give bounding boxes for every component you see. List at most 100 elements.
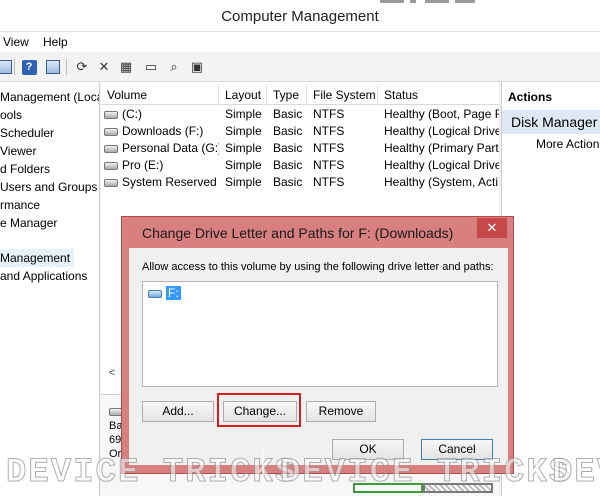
volume-name: (C:): [122, 107, 142, 121]
tree-item[interactable]: rmance: [0, 196, 40, 214]
status-cell: Healthy (System, Acti: [384, 175, 499, 189]
refresh-icon[interactable]: ⟳: [73, 58, 91, 76]
column-file-system[interactable]: File System: [307, 86, 378, 105]
properties-icon[interactable]: ▦: [117, 58, 135, 76]
tree-item[interactable]: and Applications: [0, 267, 87, 285]
drive-icon: [104, 178, 118, 187]
actions-section-disk-management[interactable]: Disk Manager: [502, 110, 600, 134]
type-cell: Basic: [273, 124, 303, 138]
tree-item-disk-management[interactable]: Management: [0, 249, 75, 267]
tree-item[interactable]: ools: [0, 106, 22, 124]
table-row[interactable]: Pro (E:) Simple Basic NTFS Healthy (Logi…: [101, 157, 499, 174]
layout-cell: Simple: [225, 124, 262, 138]
help-icon[interactable]: ?: [20, 58, 38, 76]
layout-cell: Simple: [225, 175, 262, 189]
toolbar-separator: [14, 59, 15, 75]
drive-icon: [104, 144, 118, 153]
toolbar-separator: [66, 59, 67, 75]
remove-button[interactable]: Remove: [306, 401, 376, 422]
volume-cell: System Reserved: [101, 174, 219, 191]
fs-cell: NTFS: [313, 175, 345, 189]
type-cell: Basic: [273, 175, 303, 189]
drive-icon: [104, 161, 118, 170]
actions-pane: Actions Disk Manager More Action: [501, 82, 600, 496]
partition-block[interactable]: [423, 483, 493, 493]
ok-button[interactable]: OK: [332, 439, 404, 460]
window-title: Computer Management: [221, 8, 379, 25]
type-cell: Basic: [273, 158, 303, 172]
list-item[interactable]: F:: [148, 285, 181, 301]
panel-icon[interactable]: [44, 58, 62, 76]
status-cell: Healthy (Primary Part: [384, 141, 499, 155]
table-row[interactable]: Downloads (F:) Simple Basic NTFS Healthy…: [101, 123, 499, 140]
column-type[interactable]: Type: [267, 86, 307, 105]
volume-name: System Reserved: [122, 175, 217, 189]
volume-cell: Pro (E:): [101, 157, 219, 174]
layout-cell: Simple: [225, 141, 262, 155]
partition-block[interactable]: [353, 483, 423, 493]
dialog-title: Change Drive Letter and Paths for F: (Do…: [142, 225, 454, 241]
column-status[interactable]: Status: [378, 86, 499, 105]
volume-name: Personal Data (G:): [122, 141, 219, 155]
volume-cell: Downloads (F:): [101, 123, 219, 140]
menu-bar: View Help: [0, 32, 600, 52]
more-actions-link[interactable]: More Action: [536, 137, 599, 151]
title-bar-mark: [455, 0, 475, 3]
layout-cell: Simple: [225, 107, 262, 121]
table-row[interactable]: Personal Data (G:) Simple Basic NTFS Hea…: [101, 140, 499, 157]
menu-view[interactable]: View: [3, 35, 29, 49]
title-bar: Computer Management: [0, 0, 600, 32]
column-layout[interactable]: Layout: [219, 86, 267, 105]
disk-label-line: Or: [109, 448, 122, 460]
change-button[interactable]: Change...: [223, 401, 297, 422]
settings-icon[interactable]: ▣: [188, 58, 206, 76]
fs-cell: NTFS: [313, 158, 345, 172]
drive-icon: [104, 110, 118, 119]
panel-icon[interactable]: [0, 58, 14, 76]
volume-cell: Personal Data (G:): [101, 140, 219, 157]
drive-path-list[interactable]: F:: [142, 281, 498, 387]
drive-letter: F:: [166, 286, 181, 300]
volume-cell: (C:): [101, 106, 219, 123]
tree-item[interactable]: Users and Groups: [0, 178, 97, 196]
drive-icon: [104, 127, 118, 136]
dialog-body: Allow access to this volume by using the…: [129, 248, 508, 465]
scroll-left-icon[interactable]: <: [101, 365, 123, 382]
title-bar-mark: [380, 0, 404, 3]
search-icon[interactable]: ⌕: [165, 58, 183, 76]
list-header: Volume Layout Type File System Status: [101, 86, 499, 105]
dialog-instruction: Allow access to this volume by using the…: [142, 261, 494, 273]
tree-item[interactable]: d Folders: [0, 160, 50, 178]
menu-help[interactable]: Help: [43, 35, 68, 49]
type-cell: Basic: [273, 141, 303, 155]
type-cell: Basic: [273, 107, 303, 121]
delete-icon[interactable]: ✕: [95, 58, 113, 76]
disk-label-line: 69: [109, 434, 122, 446]
table-row[interactable]: System Reserved Simple Basic NTFS Health…: [101, 174, 499, 191]
status-cell: Healthy (Logical Drive: [384, 124, 499, 138]
table-row[interactable]: (C:) Simple Basic NTFS Healthy (Boot, Pa…: [101, 106, 499, 123]
layout-cell: Simple: [225, 158, 262, 172]
drive-icon: [148, 289, 162, 298]
title-bar-mark: [425, 0, 449, 3]
title-bar-mark: [410, 0, 416, 3]
volume-name: Pro (E:): [122, 158, 164, 172]
fs-cell: NTFS: [313, 141, 345, 155]
tree-item[interactable]: Viewer: [0, 142, 36, 160]
close-icon[interactable]: ✕: [477, 218, 507, 238]
status-cell: Healthy (Boot, Page F: [384, 107, 499, 121]
navigation-tree: Management (Local ools Scheduler Viewer …: [0, 82, 100, 496]
toolbar: ? ⟳ ✕ ▦ ▭ ⌕ ▣: [0, 52, 600, 82]
change-drive-letter-dialog: Change Drive Letter and Paths for F: (Do…: [121, 216, 514, 474]
fs-cell: NTFS: [313, 107, 345, 121]
tree-item[interactable]: Scheduler: [0, 124, 54, 142]
fs-cell: NTFS: [313, 124, 345, 138]
cancel-button[interactable]: Cancel: [421, 439, 493, 460]
volume-name: Downloads (F:): [122, 124, 204, 138]
open-folder-icon[interactable]: ▭: [142, 58, 160, 76]
add-button[interactable]: Add...: [142, 401, 214, 422]
column-volume[interactable]: Volume: [101, 86, 219, 105]
tree-item[interactable]: e Manager: [0, 214, 57, 232]
tree-item[interactable]: Management (Local: [0, 88, 99, 106]
status-cell: Healthy (Logical Drive: [384, 158, 499, 172]
